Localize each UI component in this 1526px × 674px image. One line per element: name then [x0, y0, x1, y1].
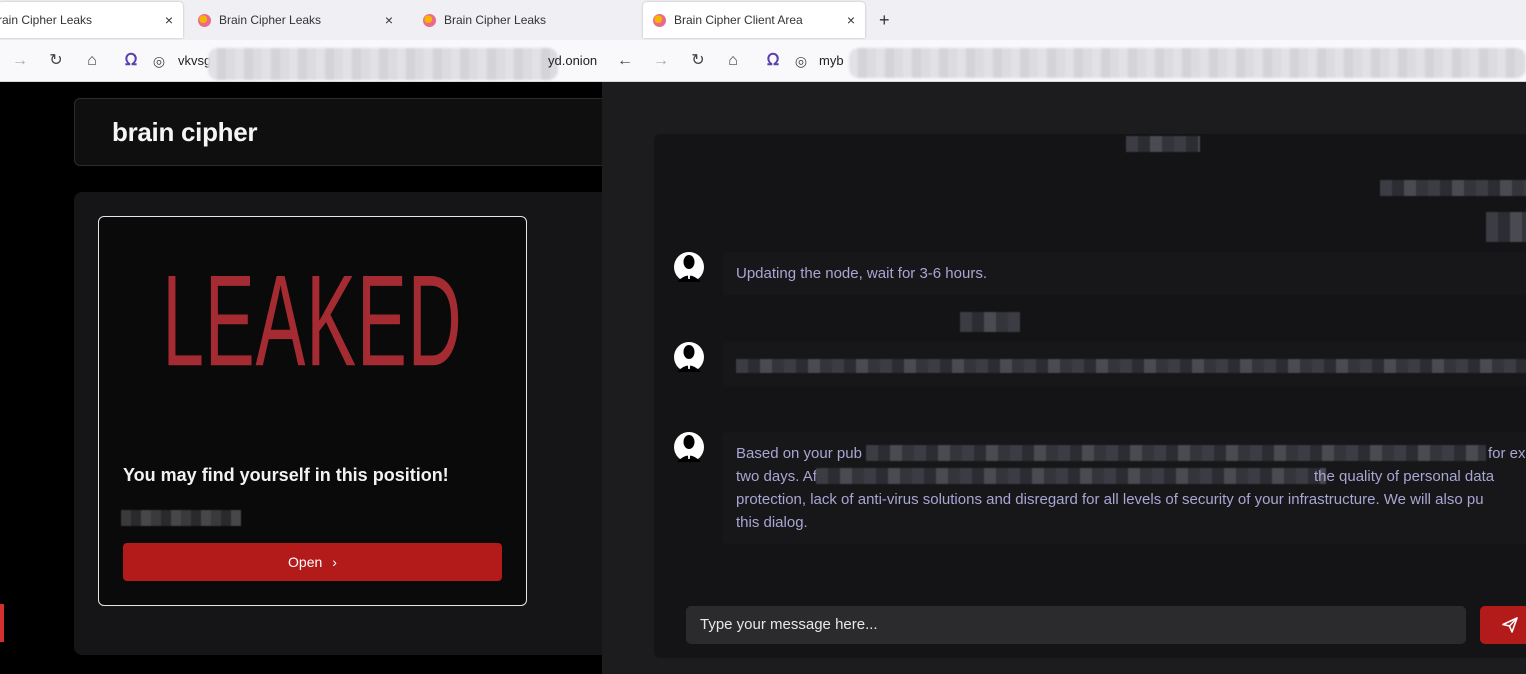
tab-label: rain Cipher Leaks: [0, 13, 93, 27]
chat-message: Based on your pub for ex two days. Af th…: [674, 432, 1526, 552]
forward-icon[interactable]: →: [10, 51, 30, 71]
redacted-message: [736, 359, 1526, 373]
side-red-marker: [0, 604, 4, 642]
left-url-bar[interactable]: vkvsg yd.onion: [168, 46, 602, 80]
left-nav-bar: → ↻ ⌂ ᘯ ◎ vkvsg yd.onion: [0, 40, 602, 82]
close-icon[interactable]: ×: [165, 12, 173, 28]
send-button[interactable]: [1480, 606, 1526, 644]
send-icon: [1502, 617, 1518, 633]
favicon-icon: [423, 13, 436, 27]
redacted-url: [849, 48, 1526, 78]
message-line: protection, lack of anti-virus solutions…: [736, 488, 1526, 511]
right-browser-window: Brain Cipher Client Area × + ← → ↻ ⌂ ᘯ ◎…: [602, 0, 1526, 674]
left-tab-1[interactable]: rain Cipher Leaks ×: [0, 2, 183, 38]
onion-lock-icon[interactable]: ◎: [149, 51, 169, 71]
left-tab-2[interactable]: Brain Cipher Leaks ×: [198, 0, 403, 40]
redacted-status: [1380, 180, 1526, 196]
message-text: the quality of personal data: [1314, 468, 1495, 485]
left-browser-window: rain Cipher Leaks × Brain Cipher Leaks ×…: [0, 0, 602, 674]
redacted-timestamp: [960, 312, 1020, 332]
right-url-bar[interactable]: myb: [809, 46, 1526, 78]
onion-lock-icon[interactable]: ◎: [791, 51, 811, 71]
reload-icon[interactable]: ↻: [46, 51, 66, 71]
message-line: this dialog.: [736, 511, 1526, 534]
user-avatar-icon: [674, 432, 704, 462]
message-bubble: Based on your pub for ex two days. Af th…: [722, 432, 1526, 544]
message-line: two days. Af the quality of personal dat…: [736, 465, 1526, 488]
close-icon[interactable]: ×: [847, 12, 855, 28]
chat-message: Updating the node, wait for 3-6 hours.: [674, 252, 1526, 300]
message-text: this dialog.: [736, 514, 808, 531]
message-bubble: [722, 342, 1526, 386]
leak-image: LEAKED: [99, 249, 526, 393]
user-avatar-icon: [674, 252, 704, 282]
url-prefix: myb: [819, 53, 844, 68]
url-suffix: yd.onion: [548, 53, 598, 68]
reload-icon[interactable]: ↻: [688, 51, 708, 71]
leak-site-content: brain cipher LEAKED You may find yoursel…: [3, 82, 602, 674]
chevron-right-icon: ›: [332, 554, 337, 570]
tor-circuit-icon[interactable]: ᘯ: [121, 51, 141, 71]
left-tab-3[interactable]: Brain Cipher Leaks: [423, 0, 602, 40]
message-text: Based on your pub: [736, 445, 862, 462]
leak-image-text: LEAKED: [162, 249, 463, 394]
forward-icon[interactable]: →: [651, 51, 671, 71]
right-tab-strip: Brain Cipher Client Area × +: [602, 0, 1526, 40]
leak-card: LEAKED You may find yourself in this pos…: [98, 216, 527, 606]
message-text: protection, lack of anti-virus solutions…: [736, 491, 1484, 508]
redacted-status: [1486, 212, 1526, 242]
tab-label: Brain Cipher Client Area: [674, 13, 803, 27]
tab-label: Brain Cipher Leaks: [444, 13, 547, 27]
right-nav-bar: ← → ↻ ⌂ ᘯ ◎ myb: [602, 40, 1526, 82]
close-icon[interactable]: ×: [385, 12, 393, 28]
redacted-text: [866, 445, 1486, 461]
redacted-header: [1126, 136, 1200, 152]
home-icon[interactable]: ⌂: [723, 51, 743, 71]
favicon-icon: [653, 13, 666, 27]
back-icon[interactable]: ←: [615, 51, 635, 71]
leak-panel: LEAKED You may find yourself in this pos…: [74, 192, 602, 655]
chat-panel: Updating the node, wait for 3-6 hours. B…: [654, 134, 1526, 658]
message-line: Based on your pub for ex: [736, 442, 1526, 465]
open-button[interactable]: Open ›: [123, 543, 502, 581]
site-brand[interactable]: brain cipher: [112, 117, 258, 148]
message-text: Updating the node, wait for 3-6 hours.: [736, 265, 987, 282]
message-text: for ex: [1488, 445, 1526, 462]
message-input[interactable]: Type your message here...: [686, 606, 1466, 644]
new-tab-icon[interactable]: +: [879, 10, 890, 31]
redacted-text: [816, 468, 1326, 484]
message-bubble: Updating the node, wait for 3-6 hours.: [722, 252, 1526, 295]
tab-label: Brain Cipher Leaks: [219, 13, 322, 27]
site-header: brain cipher: [74, 98, 602, 166]
chat-message: [674, 342, 1526, 390]
leak-card-title: You may find yourself in this position!: [123, 465, 449, 485]
chat-area: Updating the node, wait for 3-6 hours. B…: [602, 82, 1526, 674]
favicon-icon: [198, 13, 211, 27]
url-prefix: vkvsg: [178, 53, 212, 68]
home-icon[interactable]: ⌂: [82, 51, 102, 71]
open-button-label: Open: [288, 554, 323, 570]
redacted-url: [208, 48, 558, 80]
tor-circuit-icon[interactable]: ᘯ: [763, 51, 783, 71]
message-text: two days. Af: [736, 468, 817, 485]
user-avatar-icon: [674, 342, 704, 372]
left-tab-strip: rain Cipher Leaks × Brain Cipher Leaks ×…: [0, 0, 602, 40]
redacted-text: [121, 510, 241, 526]
right-tab-client-area[interactable]: Brain Cipher Client Area ×: [643, 2, 865, 38]
message-input-placeholder: Type your message here...: [700, 616, 878, 633]
